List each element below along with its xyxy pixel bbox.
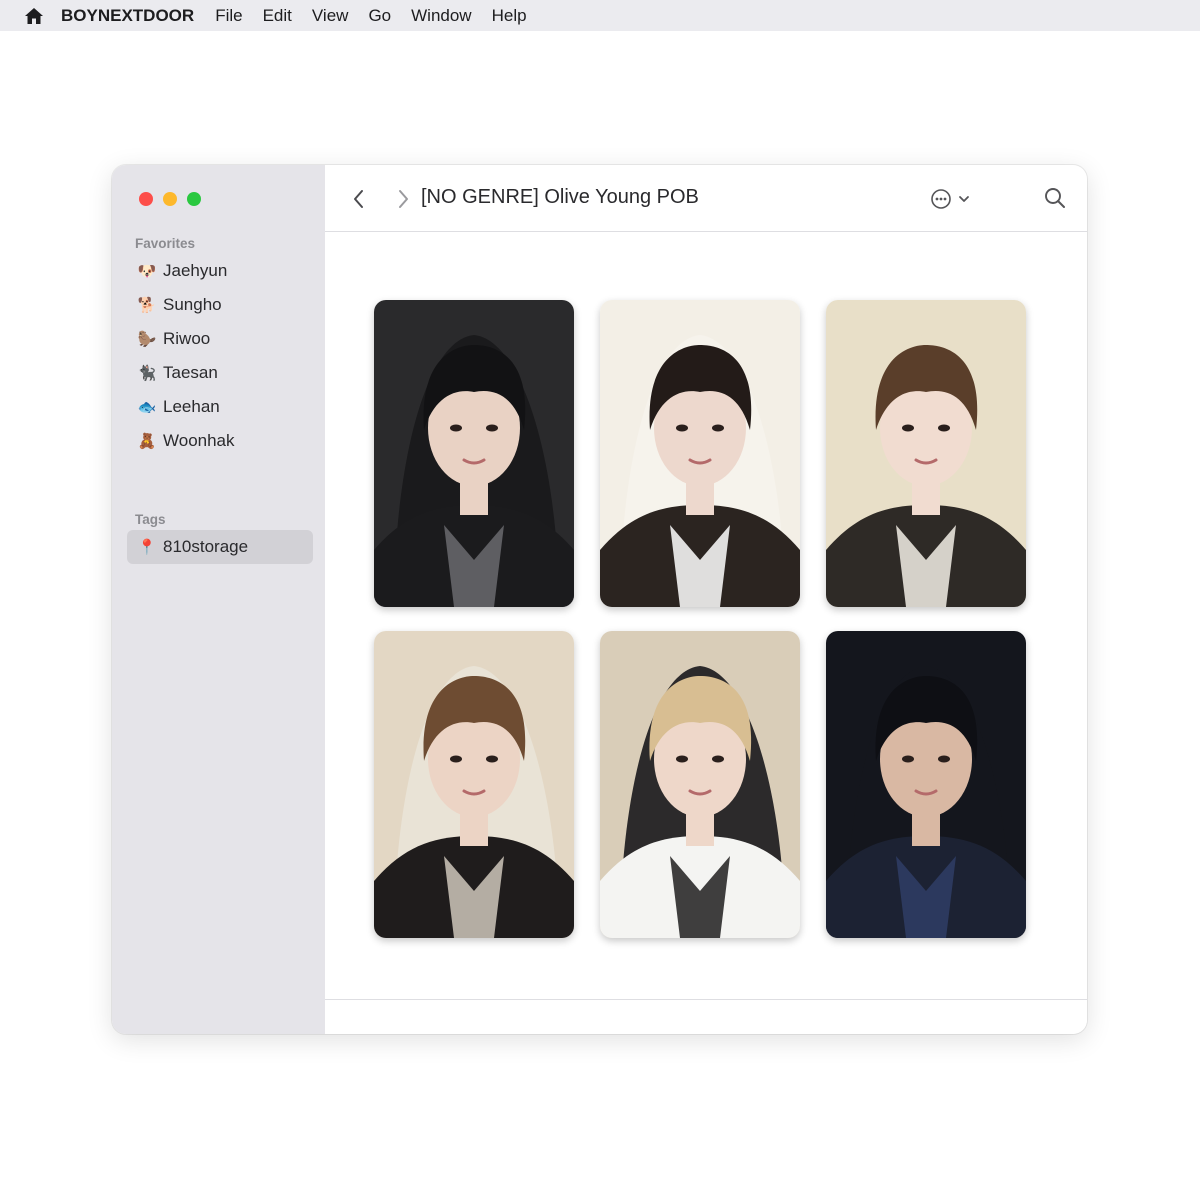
back-button[interactable] (347, 187, 371, 211)
search-icon (1045, 188, 1065, 208)
photo-eye-right (712, 755, 724, 763)
file-grid (374, 300, 1026, 938)
favorites-list: 🐶 Jaehyun 🐕 Sungho 🦫 Riwoo 🐈‍⬛ Taesan 🐟 … (127, 254, 313, 458)
home-icon[interactable] (24, 6, 44, 26)
minimize-button[interactable] (163, 192, 177, 206)
sidebar-item-woonhak[interactable]: 🧸 Woonhak (127, 424, 313, 458)
sidebar-item-810storage[interactable]: 📍 810storage (127, 530, 313, 564)
sidebar-item-label: Sungho (163, 295, 222, 314)
fish-icon: 🐟 (137, 399, 157, 416)
sidebar-item-label: Taesan (163, 363, 218, 382)
photocard-3[interactable] (826, 300, 1026, 607)
zoom-button[interactable] (187, 192, 201, 206)
photocard-5[interactable] (600, 631, 800, 938)
search-button[interactable] (1043, 186, 1067, 210)
menu-bar: BOYNEXTDOOR File Edit View Go Window Hel… (0, 0, 1200, 31)
tags-heading: Tags (135, 512, 166, 527)
finder-window: Favorites 🐶 Jaehyun 🐕 Sungho 🦫 Riwoo 🐈‍⬛… (112, 165, 1087, 1034)
photocard-6[interactable] (826, 631, 1026, 938)
menu-go[interactable]: Go (368, 6, 391, 26)
teddy-bear-icon: 🧸 (137, 433, 157, 450)
menu-window[interactable]: Window (411, 6, 471, 26)
photo-eye-right (712, 424, 724, 432)
photo-eye-left (450, 424, 462, 432)
tags-list: 📍 810storage (127, 530, 313, 564)
chevron-right-icon (399, 190, 408, 208)
dog-icon: 🐕 (137, 297, 157, 314)
ellipsis-circle-icon (931, 189, 951, 209)
photo-thumbnail (600, 300, 800, 607)
sidebar-item-label: Riwoo (163, 329, 211, 348)
photocard-4[interactable] (374, 631, 574, 938)
app-name-menu[interactable]: BOYNEXTDOOR (61, 6, 194, 26)
chevron-down-icon (959, 196, 969, 202)
photo-eye-right (486, 755, 498, 763)
menu-help[interactable]: Help (492, 6, 527, 26)
photo-eye-left (902, 755, 914, 763)
black-cat-icon: 🐈‍⬛ (137, 365, 157, 382)
sidebar-item-label: Jaehyun (163, 261, 228, 280)
photo-thumbnail (600, 631, 800, 938)
photocard-1[interactable] (374, 300, 574, 607)
menu-file[interactable]: File (215, 6, 242, 26)
close-button[interactable] (139, 192, 153, 206)
sidebar: Favorites 🐶 Jaehyun 🐕 Sungho 🦫 Riwoo 🐈‍⬛… (112, 165, 325, 1034)
photo-eye-left (676, 755, 688, 763)
sidebar-item-label: Leehan (163, 397, 220, 416)
sidebar-item-riwoo[interactable]: 🦫 Riwoo (127, 322, 313, 356)
folder-title: [NO GENRE] Olive Young POB (421, 186, 699, 208)
photo-eye-left (902, 424, 914, 432)
photo-eye-right (938, 424, 950, 432)
photo-thumbnail (374, 631, 574, 938)
sidebar-item-taesan[interactable]: 🐈‍⬛ Taesan (127, 356, 313, 390)
sidebar-item-leehan[interactable]: 🐟 Leehan (127, 390, 313, 424)
more-actions-button[interactable] (930, 183, 970, 215)
photo-eye-right (938, 755, 950, 763)
sidebar-item-jaehyun[interactable]: 🐶 Jaehyun (127, 254, 313, 288)
beaver-icon: 🦫 (137, 331, 157, 348)
photo-eye-right (486, 424, 498, 432)
menu-view[interactable]: View (312, 6, 349, 26)
photo-thumbnail (374, 300, 574, 607)
dog-face-icon: 🐶 (137, 263, 157, 280)
photo-thumbnail (826, 631, 1026, 938)
content-area: [NO GENRE] Olive Young POB (325, 165, 1087, 1034)
photo-eye-left (450, 755, 462, 763)
status-bar (325, 999, 1087, 1034)
chevron-left-icon (354, 190, 363, 208)
photo-eye-left (676, 424, 688, 432)
window-controls (139, 192, 201, 206)
pushpin-icon: 📍 (137, 539, 157, 556)
sidebar-item-label: 810storage (163, 537, 249, 556)
favorites-heading: Favorites (135, 236, 196, 251)
photo-thumbnail (826, 300, 1026, 607)
toolbar: [NO GENRE] Olive Young POB (325, 165, 1087, 232)
menu-edit[interactable]: Edit (263, 6, 292, 26)
sidebar-item-sungho[interactable]: 🐕 Sungho (127, 288, 313, 322)
photocard-2[interactable] (600, 300, 800, 607)
forward-button[interactable] (391, 187, 415, 211)
sidebar-item-label: Woonhak (163, 431, 235, 450)
